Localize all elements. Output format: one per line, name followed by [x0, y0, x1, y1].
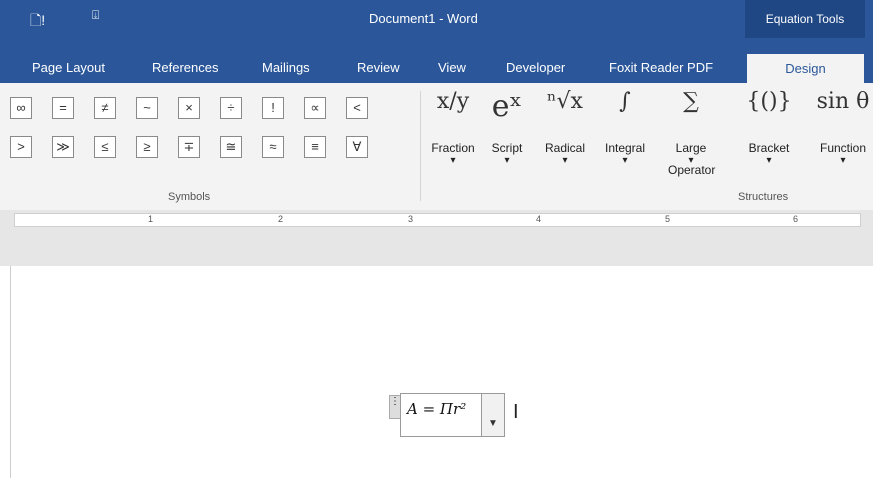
tab-foxit[interactable]: Foxit Reader PDF	[609, 60, 713, 75]
symbol-button[interactable]: >	[10, 136, 32, 158]
ruler-mark: 4	[536, 214, 542, 224]
customize-icon[interactable]: ⍗	[92, 8, 99, 23]
symbol-button[interactable]: <	[346, 97, 368, 119]
structure-glyph: ∑	[683, 89, 699, 114]
equation-text[interactable]: A = Πr²	[407, 400, 466, 418]
structure-glyph: sin θ	[816, 89, 870, 114]
window-title: Document1 - Word	[369, 11, 478, 26]
ruler-mark: 1	[148, 214, 154, 224]
symbol-button[interactable]: ≠	[94, 97, 116, 119]
structure-label: Integral	[604, 141, 646, 155]
structure-button[interactable]: ∑ Large ▾	[660, 89, 722, 166]
structure-button[interactable]: eˣ Script ▾	[476, 89, 538, 166]
document-page[interactable]	[10, 266, 873, 478]
structure-button[interactable]: ∫ Integral ▾	[594, 89, 656, 166]
save-icon[interactable]: 🗋!	[30, 10, 45, 34]
structure-glyph: ⁿ√x	[547, 89, 583, 114]
chevron-down-icon: ▾	[504, 155, 510, 166]
tab-design[interactable]: Design	[747, 54, 864, 83]
structure-glyph: {()}	[746, 89, 792, 114]
equation-box[interactable]: A = Πr²	[400, 393, 482, 437]
tab-developer[interactable]: Developer	[506, 60, 565, 75]
symbol-button[interactable]: ≅	[220, 136, 242, 158]
ruler: 1 2 3 4 5 6	[0, 210, 873, 228]
symbol-button[interactable]: ≤	[94, 136, 116, 158]
group-divider	[420, 91, 421, 201]
ruler-mark: 5	[665, 214, 671, 224]
symbol-button[interactable]: ≥	[136, 136, 158, 158]
structure-button[interactable]: x/y Fraction ▾	[422, 89, 484, 166]
symbols-group-label: Symbols	[168, 191, 211, 203]
structure-glyph: ∫	[619, 89, 631, 114]
structure-label: Function	[819, 141, 867, 155]
structure-label: Bracket	[748, 141, 790, 155]
ribbon-tabs: Page Layout References Mailings Review V…	[0, 38, 873, 83]
tab-references[interactable]: References	[152, 60, 218, 75]
structure-label: Large	[675, 141, 707, 155]
symbol-button[interactable]: ÷	[220, 97, 242, 119]
structure-button[interactable]: ⁿ√x Radical ▾	[534, 89, 596, 166]
equation-options-dropdown[interactable]: ▼	[481, 393, 505, 437]
tab-mailings[interactable]: Mailings	[262, 60, 310, 75]
chevron-down-icon: ▾	[840, 155, 846, 166]
chevron-down-icon: ▾	[562, 155, 568, 166]
symbol-button[interactable]: ×	[178, 97, 200, 119]
symbol-button[interactable]: ∝	[304, 97, 326, 119]
structure-glyph: eˣ	[491, 89, 523, 124]
page-gap	[0, 228, 873, 266]
structure-button[interactable]: sin θ Function ▾	[812, 89, 873, 166]
symbol-button[interactable]: ≫	[52, 136, 74, 158]
chevron-down-icon: ▾	[622, 155, 628, 166]
tab-view[interactable]: View	[438, 60, 466, 75]
symbol-button[interactable]: ~	[136, 97, 158, 119]
symbol-button[interactable]: ∓	[178, 136, 200, 158]
ruler-mark: 3	[408, 214, 414, 224]
structures-group-label: Structures	[738, 191, 789, 203]
ruler-track: 1 2 3 4 5 6	[14, 213, 861, 227]
symbol-button[interactable]: =	[52, 97, 74, 119]
structure-label: Radical	[544, 141, 586, 155]
ruler-mark: 6	[793, 214, 799, 224]
chevron-down-icon: ▾	[766, 155, 772, 166]
tab-review[interactable]: Review	[357, 60, 400, 75]
structure-label: Fraction	[431, 141, 475, 155]
ruler-mark: 2	[278, 214, 284, 224]
chevron-down-icon: ▾	[450, 155, 456, 166]
ibeam-cursor-icon: I	[513, 401, 519, 423]
large-operator-label2: Operator	[668, 163, 716, 177]
symbol-button[interactable]: ∀	[346, 136, 368, 158]
structure-glyph: x/y	[436, 89, 470, 114]
structure-label: Script	[491, 141, 523, 155]
symbol-button[interactable]: !	[262, 97, 284, 119]
structure-button[interactable]: {()} Bracket ▾	[738, 89, 800, 166]
title-bar: 🗋! ⍗ Document1 - Word Equation Tools	[0, 0, 873, 38]
ribbon: ∞ = ≠ ~ × ÷! ∝ < > ≫ ≤ ≥ ∓ ≅ ≈ ≡ ∀ Symbols x/y Fraction ▾ e…	[0, 83, 873, 211]
equation-tools-label: Equation Tools	[745, 0, 865, 38]
symbol-button[interactable]: ≡	[304, 136, 326, 158]
symbol-button[interactable]: ∞	[10, 97, 32, 119]
symbol-button[interactable]: ≈	[262, 136, 284, 158]
tab-page-layout[interactable]: Page Layout	[32, 60, 105, 75]
